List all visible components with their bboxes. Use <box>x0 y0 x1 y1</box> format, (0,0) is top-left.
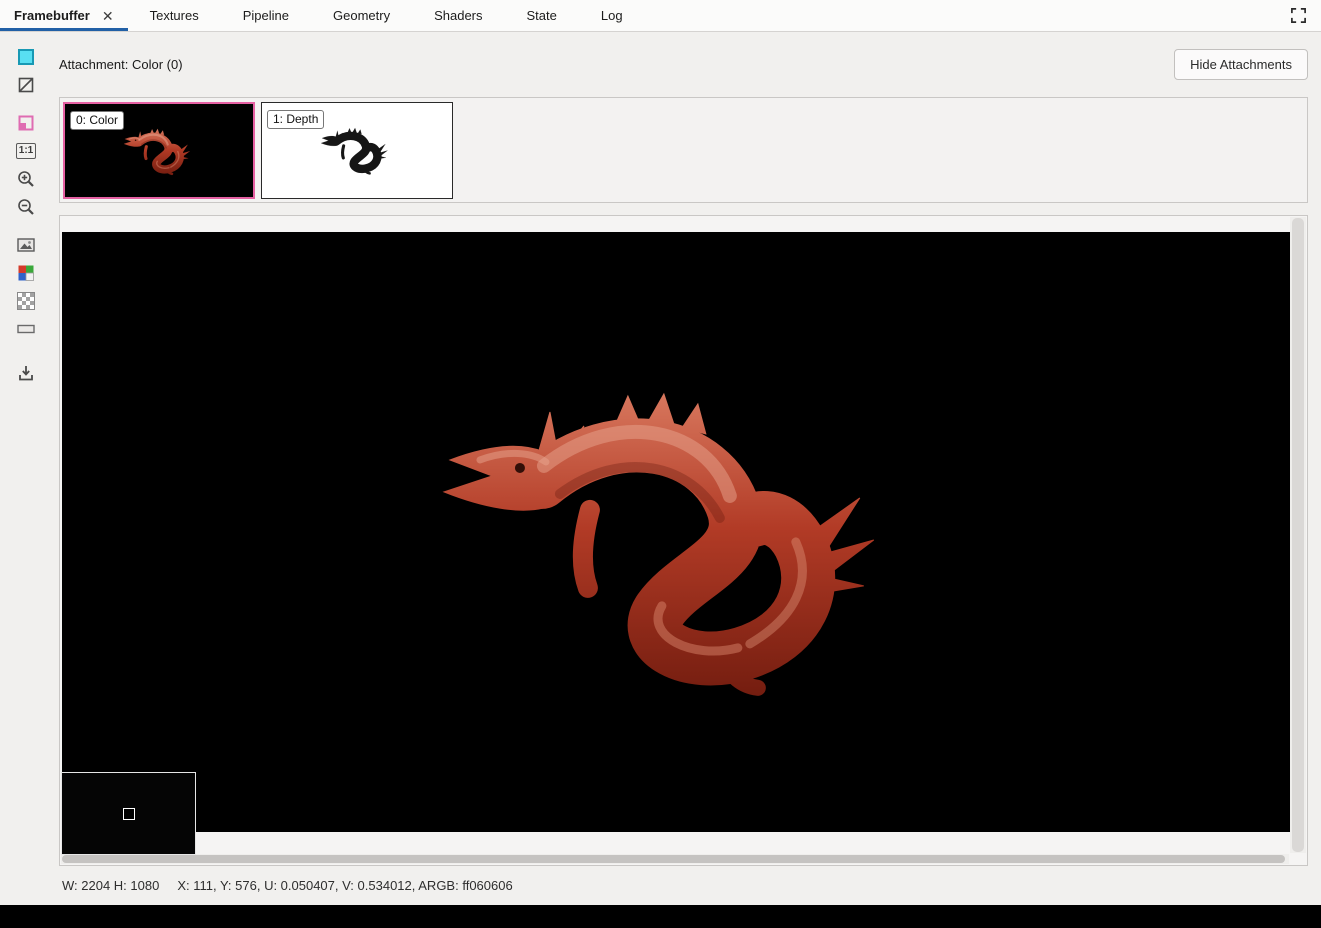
overview-pip[interactable] <box>61 772 196 855</box>
tab-framebuffer[interactable]: Framebuffer ✕ <box>0 0 128 31</box>
pink-border-icon[interactable] <box>13 111 39 135</box>
texture-viewer-window: Framebuffer ✕ Textures Pipeline Geometry… <box>0 0 1321 928</box>
vertical-scrollbar[interactable] <box>1290 217 1306 853</box>
attachment-thumb-depth[interactable]: 1: Depth <box>261 101 453 199</box>
pip-view-region[interactable] <box>123 808 135 820</box>
tab-state[interactable]: State <box>505 0 579 31</box>
tab-log[interactable]: Log <box>579 0 645 31</box>
tab-shaders-label: Shaders <box>434 8 483 23</box>
dragon-render-large <box>392 362 892 742</box>
attachment-header: Attachment: Color (0) Hide Attachments <box>59 44 1308 84</box>
attachment-thumb-color[interactable]: 0: Color <box>63 101 255 199</box>
attachment-label: Attachment: Color (0) <box>59 56 183 72</box>
horizontal-scrollbar-thumb[interactable] <box>62 855 1285 863</box>
tab-geometry[interactable]: Geometry <box>311 0 412 31</box>
zoom-out-icon[interactable] <box>13 195 39 219</box>
tab-shaders[interactable]: Shaders <box>412 0 504 31</box>
zoom-in-icon[interactable] <box>13 167 39 191</box>
tab-textures-label: Textures <box>149 8 199 23</box>
save-texture-icon[interactable] <box>13 361 39 385</box>
tab-state-label: State <box>526 8 557 23</box>
tab-bar: Framebuffer ✕ Textures Pipeline Geometry… <box>0 0 1321 32</box>
rgba-channels-icon[interactable] <box>13 261 39 285</box>
tab-log-label: Log <box>600 8 623 23</box>
fit-image-icon[interactable] <box>13 233 39 257</box>
attachment-thumb-label: 1: Depth <box>267 109 325 129</box>
zoom-actual-icon[interactable]: 1:1 <box>13 139 39 163</box>
fullscreen-icon[interactable] <box>1276 0 1321 31</box>
tab-textures[interactable]: Textures <box>128 0 221 31</box>
status-bar: W: 2204 H: 1080 X: 111, Y: 576, U: 0.050… <box>62 875 513 895</box>
dragon-render-small <box>116 124 193 182</box>
texture-toolbar: 1:1 <box>0 33 52 905</box>
alpha-disabled-icon[interactable] <box>13 73 39 97</box>
close-tab-icon[interactable]: ✕ <box>102 9 114 23</box>
attachment-strip: 0: Color 1: Depth <box>59 97 1308 203</box>
vertical-scrollbar-thumb[interactable] <box>1292 218 1304 852</box>
checkerboard-glyph <box>17 292 35 310</box>
color-swatch-icon[interactable] <box>13 45 39 69</box>
texture-size-text: W: 2204 H: 1080 <box>62 877 160 893</box>
tab-geometry-label: Geometry <box>333 8 391 23</box>
zoom-actual-label: 1:1 <box>15 143 37 159</box>
dragon-depth-small <box>313 123 390 182</box>
checkerboard-background-icon[interactable] <box>13 289 39 313</box>
pixel-info-text: X: 111, Y: 576, U: 0.050407, V: 0.534012… <box>177 877 513 893</box>
attachment-thumb-label: 0: Color <box>70 110 125 130</box>
hide-attachments-button[interactable]: Hide Attachments <box>1174 48 1308 80</box>
tab-framebuffer-label: Framebuffer <box>14 8 90 23</box>
framebuffer-canvas[interactable] <box>62 232 1290 832</box>
tab-pipeline[interactable]: Pipeline <box>221 0 311 31</box>
horizontal-scrollbar[interactable] <box>61 854 1289 864</box>
tab-pipeline-label: Pipeline <box>242 8 289 23</box>
texture-preview-panel <box>59 215 1308 866</box>
bottom-panel <box>0 905 1321 928</box>
range-bar-icon[interactable] <box>13 317 39 341</box>
